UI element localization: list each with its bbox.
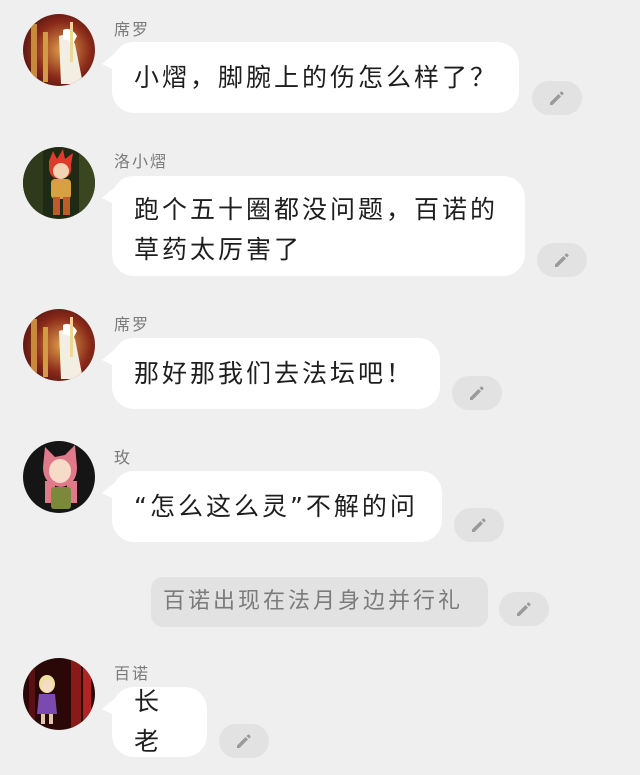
message-text: “怎么这么灵”不解的问 xyxy=(134,491,418,521)
pencil-icon xyxy=(472,518,486,532)
speaker-name: 百诺 xyxy=(114,664,151,683)
avatar-mei[interactable] xyxy=(23,441,95,513)
narration-text: 百诺出现在法月身边并行礼 xyxy=(163,589,464,614)
pencil-icon xyxy=(470,386,484,400)
edit-button[interactable] xyxy=(537,243,587,277)
edit-button[interactable] xyxy=(454,508,504,542)
pencil-icon xyxy=(550,91,564,105)
edit-button[interactable] xyxy=(532,81,582,115)
pencil-icon xyxy=(555,253,569,267)
edit-button[interactable] xyxy=(499,592,549,626)
message-text-line: 草药太厉害了 xyxy=(134,235,303,264)
edit-button[interactable] xyxy=(452,376,502,410)
pencil-icon xyxy=(517,602,531,616)
message-text: 小熠，脚腕上的伤怎么样了？ xyxy=(134,62,499,92)
avatar-xiluo[interactable] xyxy=(23,309,95,381)
message-text: 长老 xyxy=(134,687,163,756)
pencil-icon xyxy=(237,734,251,748)
edit-button[interactable] xyxy=(219,724,269,758)
message-bubble[interactable]: 跑个五十圈都没问题，百诺的 草药太厉害了 xyxy=(102,176,525,276)
speaker-name: 席罗 xyxy=(114,315,151,334)
speaker-name: 玫 xyxy=(114,448,133,467)
avatar-bainuo[interactable] xyxy=(23,658,95,730)
speaker-name: 席罗 xyxy=(114,20,151,39)
avatar-luoxiaoyi[interactable] xyxy=(23,147,95,219)
message-text: 那好那我们去法坛吧！ xyxy=(134,358,415,388)
message-bubble[interactable]: “怎么这么灵”不解的问 xyxy=(102,471,442,542)
message-bubble[interactable]: 长老 xyxy=(102,687,207,757)
message-bubble[interactable]: 那好那我们去法坛吧！ xyxy=(102,338,440,409)
message-text-line: 跑个五十圈都没问题，百诺的 xyxy=(134,195,499,224)
speaker-name: 洛小熠 xyxy=(114,152,169,171)
narration-bubble[interactable]: 百诺出现在法月身边并行礼 xyxy=(151,577,488,627)
message-bubble[interactable]: 小熠，脚腕上的伤怎么样了？ xyxy=(102,42,519,113)
avatar-xiluo[interactable] xyxy=(23,14,95,86)
